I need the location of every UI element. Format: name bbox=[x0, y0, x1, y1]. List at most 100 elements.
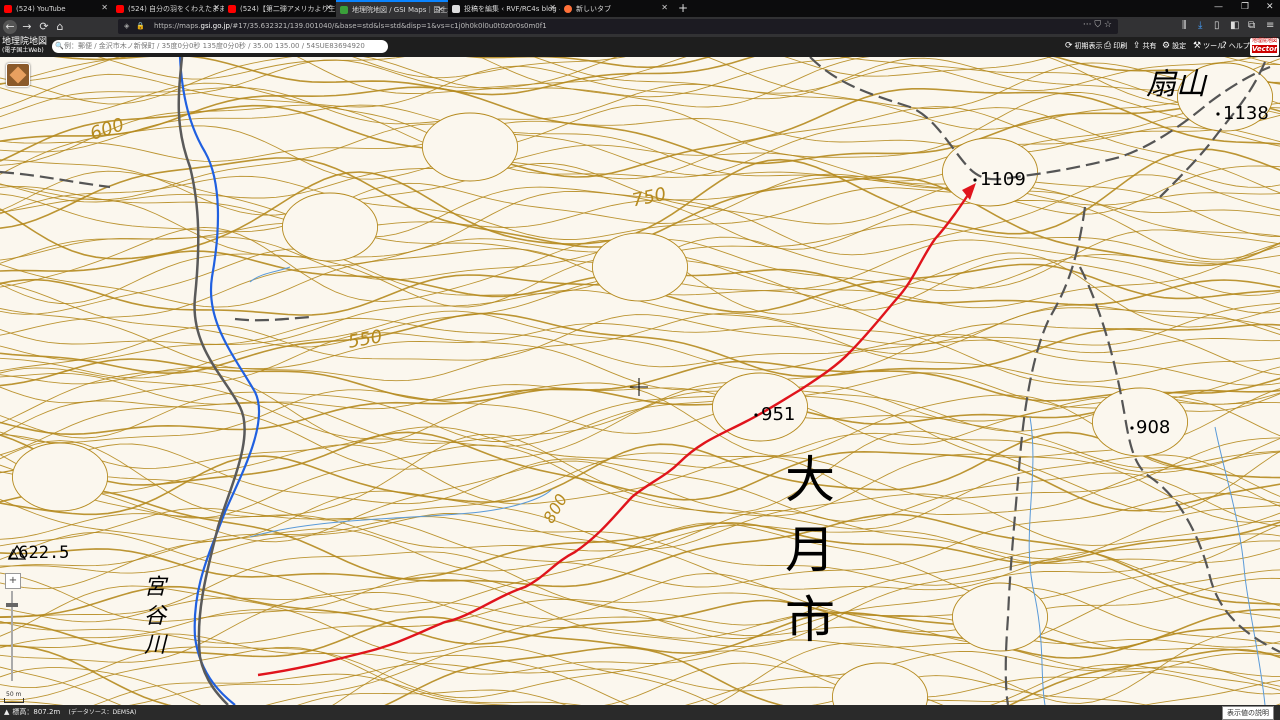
vector-badge-label: Vector bbox=[1252, 45, 1278, 53]
tab-youtube-3[interactable]: (524)【第二弾アメリカより生配信 ✕ bbox=[224, 0, 336, 17]
gsi-header: 地理院地図 (電子国土Web) 🔍 例：郵便 / 金沢市木ノ新保町 / 35度0… bbox=[0, 37, 1280, 57]
contour-line bbox=[0, 646, 1280, 705]
library-icon[interactable]: ⫼ bbox=[1182, 20, 1187, 31]
logo-title: 地理院地図 bbox=[2, 37, 48, 47]
site-logo[interactable]: 地理院地図 (電子国土Web) bbox=[2, 37, 48, 55]
menu-label: 共有 bbox=[1142, 42, 1157, 50]
close-icon[interactable]: ✕ bbox=[101, 3, 108, 12]
search-input[interactable]: 🔍 例：郵便 / 金沢市木ノ新保町 / 35度0分0秒 135度0分0秒 / 3… bbox=[52, 40, 388, 53]
browser-tab-bar: (524) YouTube ✕ (524) 自分の羽をくわえたまま飛ぶ ✕ (5… bbox=[0, 0, 1280, 17]
legend-button[interactable]: 表示値の説明 bbox=[1222, 706, 1274, 720]
url-bar[interactable]: ◈ 🔒 https://maps.gsi.go.jp/#17/35.632321… bbox=[118, 19, 1118, 34]
map-canvas[interactable]: 600 750 550 800 扇山 大月市 宮谷川 1138 1109 951… bbox=[0, 57, 1280, 705]
search-icon: 🔍 bbox=[55, 42, 64, 50]
youtube-icon bbox=[228, 4, 236, 13]
mountain-name-label: 扇山 bbox=[1146, 67, 1206, 102]
reset-view-button[interactable]: ⟳ 初期表示 bbox=[1065, 41, 1103, 51]
shield-icon: ◈ bbox=[124, 22, 130, 30]
logo-subtitle: (電子国土Web) bbox=[2, 47, 44, 54]
page-actions-icon[interactable]: ··· ⛉ ☆ bbox=[1083, 20, 1112, 30]
share-icon: ⇪ bbox=[1133, 41, 1141, 51]
contour-line bbox=[0, 387, 1280, 436]
url-prefix: https://maps. bbox=[154, 22, 201, 30]
search-placeholder: 例：郵便 / 金沢市木ノ新保町 / 35度0分0秒 135度0分0秒 / 35.… bbox=[64, 42, 365, 50]
contour-loop bbox=[281, 192, 379, 262]
zoom-slider-handle[interactable] bbox=[6, 603, 18, 607]
close-icon[interactable]: ✕ bbox=[213, 3, 220, 12]
forward-icon[interactable]: → bbox=[20, 20, 34, 34]
close-icon[interactable]: ✕ bbox=[325, 3, 332, 12]
firefox-icon bbox=[564, 4, 572, 13]
extensions-icon[interactable]: ⧉ bbox=[1248, 20, 1255, 31]
trails bbox=[0, 57, 1280, 705]
contour-line bbox=[0, 645, 1280, 705]
river-miyadani bbox=[178, 57, 261, 705]
home-icon[interactable]: ⌂ bbox=[53, 20, 67, 34]
tab-wordpress[interactable]: 投稿を編集 ‹ RVF/RC4s blog — Wo ✕ bbox=[448, 0, 560, 17]
contour-loop bbox=[591, 232, 689, 302]
vector-badge-top: 地理院地図 bbox=[1251, 38, 1277, 44]
river-name-label: 宮谷川 bbox=[144, 575, 167, 658]
contour-loop bbox=[951, 582, 1049, 652]
reader-icon[interactable]: ◧ bbox=[1230, 20, 1239, 31]
new-tab-icon[interactable]: + bbox=[678, 1, 688, 15]
close-icon[interactable]: ✕ bbox=[661, 3, 668, 12]
youtube-icon bbox=[116, 4, 124, 13]
contour-loop bbox=[831, 662, 929, 705]
tools-button[interactable]: ⚒ ツール bbox=[1193, 41, 1224, 51]
triangulation-label: △622.5 bbox=[8, 543, 70, 563]
scale-label: 50 m bbox=[6, 691, 22, 698]
tab-gsi-maps[interactable]: 地理院地図 / GSI Maps｜国土地 ✕ bbox=[336, 0, 448, 17]
gsi-icon bbox=[340, 5, 348, 14]
contour-line bbox=[0, 444, 1280, 523]
contour-line bbox=[0, 513, 1280, 565]
data-source: (データソース：DEM5A) bbox=[68, 709, 137, 716]
contour-line bbox=[0, 426, 1280, 474]
close-icon[interactable]: ✕ bbox=[437, 5, 444, 14]
tab-label: (524) YouTube bbox=[16, 4, 66, 13]
zoom-control: + bbox=[4, 573, 21, 693]
spot-height-908: 908 bbox=[1136, 417, 1171, 438]
zoom-in-button[interactable]: + bbox=[5, 573, 21, 589]
contour-line bbox=[53, 57, 1280, 96]
minimize-icon[interactable]: — bbox=[1214, 2, 1223, 12]
restore-icon[interactable]: ❐ bbox=[1241, 2, 1249, 12]
youtube-icon bbox=[4, 4, 12, 13]
print-icon: ⎙ bbox=[1104, 41, 1112, 51]
sidebar-icon[interactable]: ▯ bbox=[1214, 20, 1220, 31]
tab-new[interactable]: 新しいタブ ✕ bbox=[560, 0, 672, 17]
print-button[interactable]: ⎙ 印刷 bbox=[1104, 41, 1127, 51]
url-path: /#17/35.632321/139.001040/&base=std&ls=s… bbox=[230, 22, 547, 30]
tab-youtube[interactable]: (524) YouTube ✕ bbox=[0, 0, 112, 17]
spot-height-1138: 1138 bbox=[1223, 103, 1269, 124]
tab-youtube-2[interactable]: (524) 自分の羽をくわえたまま飛ぶ ✕ bbox=[112, 0, 224, 17]
help-button[interactable]: ? ヘルプ bbox=[1222, 41, 1250, 51]
tab-label: 地理院地図 / GSI Maps｜国土地 bbox=[352, 5, 448, 14]
vector-badge[interactable]: 地理院地図 Vector bbox=[1250, 38, 1279, 56]
close-icon[interactable]: ✕ bbox=[549, 3, 556, 12]
layer-toggle-button[interactable] bbox=[6, 63, 30, 87]
contour-line bbox=[0, 443, 1280, 527]
download-icon[interactable]: ⤓ bbox=[1198, 20, 1202, 31]
reload-icon[interactable]: ⟳ bbox=[37, 20, 51, 34]
back-icon[interactable]: ← bbox=[3, 20, 17, 34]
tab-label: (524)【第二弾アメリカより生配信 bbox=[240, 4, 336, 13]
contour-line bbox=[0, 577, 1280, 649]
settings-button[interactable]: ⚙ 設定 bbox=[1162, 41, 1186, 51]
lock-icon: 🔒 bbox=[136, 22, 145, 30]
topographic-map bbox=[0, 57, 1280, 705]
reset-view-icon: ⟳ bbox=[1065, 41, 1073, 51]
scale-bar bbox=[4, 698, 24, 703]
share-button[interactable]: ⇪ 共有 bbox=[1133, 41, 1157, 51]
contour-loop bbox=[421, 112, 519, 182]
contour-line bbox=[0, 521, 1280, 580]
settings-icon: ⚙ bbox=[1162, 41, 1171, 51]
tab-label: 投稿を編集 ‹ RVF/RC4s blog — Wo bbox=[464, 4, 560, 13]
contour-loop bbox=[11, 442, 109, 512]
menu-icon[interactable]: ≡ bbox=[1266, 20, 1274, 31]
contour-line bbox=[0, 644, 1280, 705]
tools-icon: ⚒ bbox=[1193, 41, 1202, 51]
wordpress-icon bbox=[452, 4, 460, 13]
window-close-icon[interactable]: ✕ bbox=[1266, 2, 1274, 12]
contour-line bbox=[0, 430, 1280, 518]
